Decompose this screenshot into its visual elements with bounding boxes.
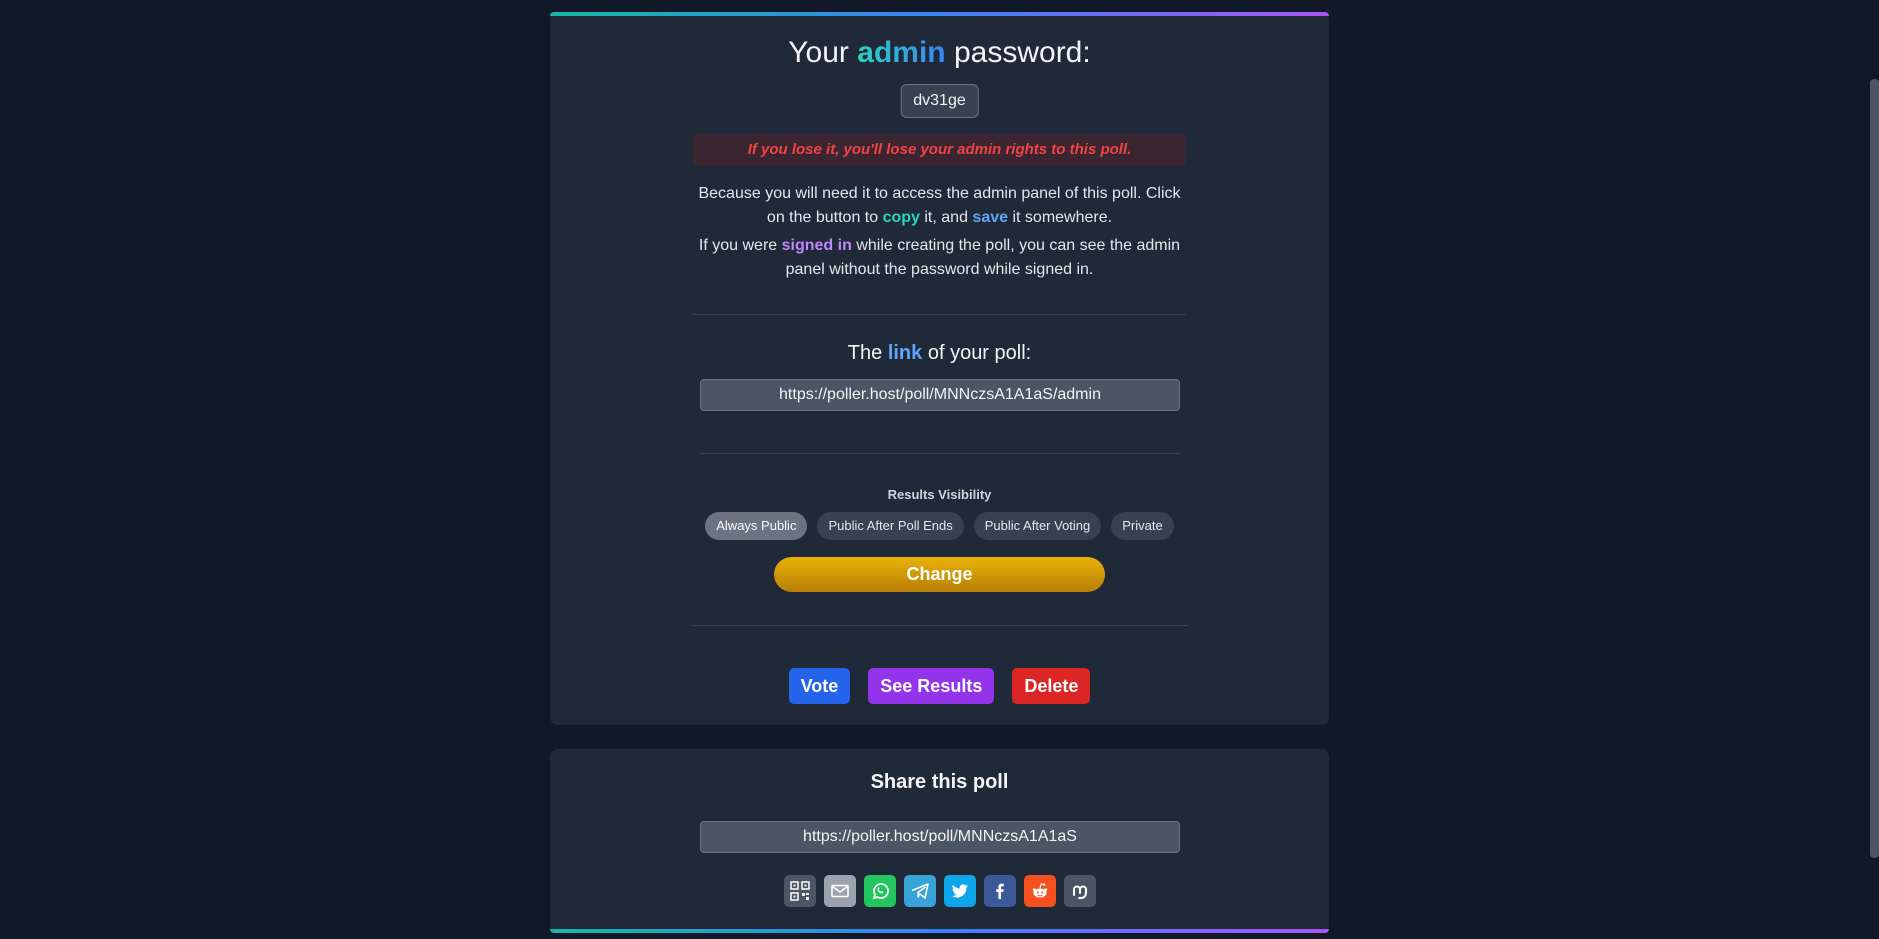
share-buttons [550,875,1329,907]
text: it somewhere. [1012,209,1113,226]
twitter-icon[interactable] [943,875,976,907]
text: The [847,342,883,364]
poll-actions: Vote See Results Delete [550,668,1329,704]
text: of your poll: [927,342,1032,364]
whatsapp-icon[interactable] [863,875,896,907]
link-heading: The link of your poll: [550,342,1329,365]
link-highlight: link [887,342,923,364]
results-visibility-label: Results Visibility [887,487,992,502]
vote-button[interactable]: Vote [788,668,851,704]
password-heading: Your admin password: [550,36,1329,70]
telegram-icon[interactable] [903,875,936,907]
visibility-after-poll-ends[interactable]: Public After Poll Ends [817,512,964,540]
heading-text: Your [788,36,849,69]
qr-code-icon[interactable] [783,875,816,907]
change-button[interactable]: Change [774,557,1105,592]
divider [700,453,1180,454]
divider [693,314,1186,315]
visibility-private[interactable]: Private [1111,512,1174,540]
signed-in-highlight: signed in [781,237,852,254]
warning-banner: If you lose it, you'll lose your admin r… [693,134,1186,166]
copy-highlight: copy [882,209,920,226]
heading-text: password: [953,36,1091,69]
password-explanation: Because you will need it to access the a… [693,182,1186,230]
reddit-icon[interactable] [1023,875,1056,907]
signin-explanation: If you were signed in while creating the… [693,234,1186,282]
mastodon-icon[interactable] [1063,875,1096,907]
facebook-icon[interactable] [983,875,1016,907]
visibility-always-public[interactable]: Always Public [705,512,808,540]
admin-password-box[interactable]: dv31ge [900,84,979,118]
visibility-options: Always Public Public After Poll Ends Pub… [550,512,1329,540]
page-scrollbar[interactable] [1870,79,1879,858]
heading-highlight: admin [857,36,946,69]
share-heading: Share this poll [870,771,1009,793]
divider [691,625,1188,626]
admin-url-field[interactable]: https://poller.host/poll/MNNczsA1A1aS/ad… [700,379,1180,411]
text: it, and [924,209,968,226]
email-icon[interactable] [823,875,856,907]
share-url-field[interactable]: https://poller.host/poll/MNNczsA1A1aS [700,821,1180,853]
delete-button[interactable]: Delete [1012,668,1091,704]
visibility-after-voting[interactable]: Public After Voting [973,512,1102,540]
text: If you were [698,237,778,254]
save-highlight: save [972,209,1009,226]
admin-panel-card: Your admin password: dv31ge If you lose … [550,12,1329,725]
see-results-button[interactable]: See Results [868,668,995,704]
share-card: Share this poll https://poller.host/poll… [550,749,1329,933]
